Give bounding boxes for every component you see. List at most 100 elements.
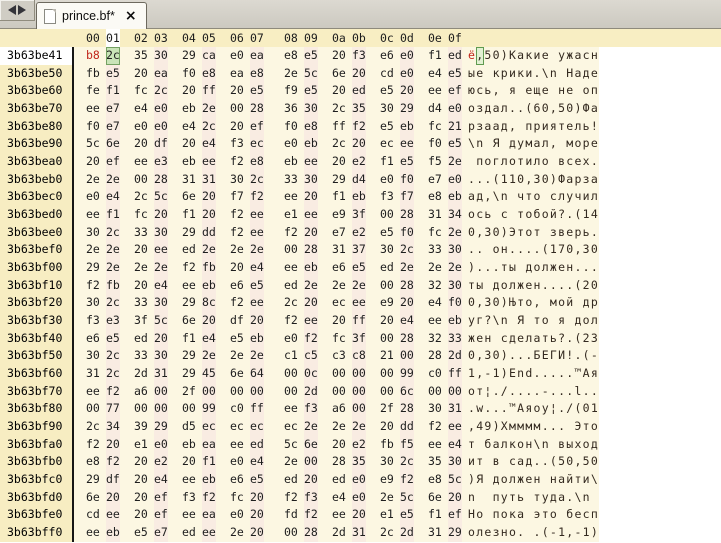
char-cell[interactable]: о — [558, 294, 566, 312]
byte-cell[interactable]: 20 — [134, 65, 148, 83]
char-cell[interactable]: 1 — [583, 206, 591, 224]
byte-cell[interactable]: 00 — [86, 400, 100, 418]
char-cell[interactable]: в — [493, 453, 501, 471]
byte-cell[interactable]: 28 — [332, 453, 346, 471]
byte-cell[interactable]: 20 — [106, 436, 120, 454]
byte-cell[interactable]: ee — [304, 312, 318, 330]
byte-cell[interactable]: 5c — [304, 65, 318, 83]
byte-cell[interactable]: e4 — [154, 277, 168, 295]
byte-cell[interactable]: e8 — [284, 47, 298, 65]
byte-cell[interactable]: f3 — [352, 47, 366, 65]
char-cell[interactable]: А — [583, 365, 591, 383]
byte-cell[interactable]: a6 — [134, 383, 148, 401]
byte-cell[interactable]: 2d — [448, 347, 462, 365]
byte-cell[interactable]: ee — [182, 471, 196, 489]
byte-cell[interactable]: 5c — [154, 188, 168, 206]
byte-cell[interactable]: 00 — [352, 365, 366, 383]
char-cell[interactable]: т — [476, 383, 484, 401]
char-cell[interactable]: К — [509, 47, 517, 65]
char-cell[interactable]: И — [558, 347, 566, 365]
char-cell[interactable]: \ — [493, 312, 501, 330]
char-cell[interactable]: \ — [468, 135, 476, 153]
byte-cell[interactable]: 30 — [230, 171, 244, 189]
char-cell[interactable]: 0 — [542, 100, 550, 118]
byte-cell[interactable]: 2e — [106, 171, 120, 189]
byte-cell[interactable]: 31 — [428, 524, 442, 542]
byte-cell[interactable]: fb — [86, 65, 100, 83]
byte-cell[interactable]: 39 — [134, 418, 148, 436]
byte-cell[interactable]: f2 — [106, 453, 120, 471]
byte-cell[interactable]: df — [154, 135, 168, 153]
byte-cell[interactable]: 00 — [380, 330, 394, 348]
byte-cell[interactable]: e8 — [250, 153, 264, 171]
char-cell[interactable] — [525, 312, 533, 330]
byte-cell[interactable]: e4 — [428, 294, 442, 312]
byte-cell[interactable]: 20 — [304, 294, 318, 312]
char-cell[interactable]: р — [468, 118, 476, 136]
byte-cell[interactable]: f1 — [428, 506, 442, 524]
byte-cell[interactable]: ff — [332, 118, 346, 136]
byte-cell[interactable]: e3 — [154, 153, 168, 171]
byte-cell[interactable]: ec — [380, 135, 394, 153]
char-cell[interactable]: n — [501, 312, 509, 330]
byte-cell[interactable]: ed — [134, 330, 148, 348]
byte-cell[interactable]: 35 — [428, 453, 442, 471]
char-cell[interactable]: б — [566, 506, 574, 524]
char-cell[interactable]: а — [534, 135, 542, 153]
char-cell[interactable]: 4 — [591, 206, 599, 224]
byte-cell[interactable]: 2e — [230, 347, 244, 365]
byte-cell[interactable]: e0 — [448, 100, 462, 118]
char-cell[interactable]: у — [566, 188, 574, 206]
char-cell[interactable]: н — [550, 471, 558, 489]
char-cell[interactable] — [517, 82, 525, 100]
byte-cell[interactable]: 20 — [154, 330, 168, 348]
char-cell[interactable]: . — [476, 259, 484, 277]
char-cell[interactable]: Ф — [558, 171, 566, 189]
byte-cell[interactable]: e4 — [154, 471, 168, 489]
byte-cell[interactable]: ee — [428, 82, 442, 100]
char-cell[interactable]: . — [583, 383, 591, 401]
byte-cell[interactable]: 5c — [86, 135, 100, 153]
char-cell[interactable] — [484, 135, 492, 153]
char-cell[interactable]: а — [493, 118, 501, 136]
char-cell[interactable]: 0 — [493, 347, 501, 365]
char-cell[interactable] — [558, 135, 566, 153]
char-cell[interactable]: . — [583, 259, 591, 277]
byte-cell[interactable]: 2c — [284, 294, 298, 312]
char-cell[interactable]: о — [509, 524, 517, 542]
char-cell[interactable]: м — [509, 418, 517, 436]
byte-cell[interactable]: eb — [304, 259, 318, 277]
byte-cell[interactable]: 29 — [400, 100, 414, 118]
byte-cell[interactable]: e5 — [400, 153, 414, 171]
byte-cell[interactable]: dd — [202, 224, 216, 242]
byte-cell[interactable]: 00 — [230, 383, 244, 401]
byte-cell[interactable]: f0 — [86, 118, 100, 136]
byte-cell[interactable]: 2e — [250, 241, 264, 259]
char-cell[interactable]: Н — [468, 506, 476, 524]
byte-cell[interactable]: ee — [182, 506, 196, 524]
char-cell[interactable]: ) — [501, 365, 509, 383]
char-cell[interactable]: л — [501, 100, 509, 118]
char-cell[interactable]: т — [534, 489, 542, 507]
close-icon[interactable]: × — [125, 9, 137, 23]
byte-cell[interactable]: c0 — [428, 365, 442, 383]
byte-cell[interactable]: e2 — [352, 153, 366, 171]
byte-cell[interactable]: ee — [250, 294, 264, 312]
char-cell[interactable]: и — [525, 153, 533, 171]
char-cell[interactable]: в — [558, 436, 566, 454]
byte-cell[interactable]: e9 — [380, 294, 394, 312]
char-cell[interactable]: и — [583, 471, 591, 489]
byte-cell[interactable]: 00 — [284, 365, 298, 383]
byte-cell[interactable]: 2c — [250, 171, 264, 189]
char-cell[interactable] — [574, 294, 582, 312]
char-cell[interactable]: . — [558, 400, 566, 418]
char-cell[interactable]: д — [574, 312, 582, 330]
char-cell[interactable] — [542, 188, 550, 206]
byte-cell[interactable]: ee — [250, 224, 264, 242]
char-cell[interactable]: я — [509, 82, 517, 100]
byte-cell[interactable]: e6 — [380, 47, 394, 65]
char-cell[interactable]: з — [476, 118, 484, 136]
char-cell[interactable]: л — [591, 188, 599, 206]
char-cell[interactable]: б — [484, 436, 492, 454]
char-cell[interactable]: т — [517, 294, 525, 312]
